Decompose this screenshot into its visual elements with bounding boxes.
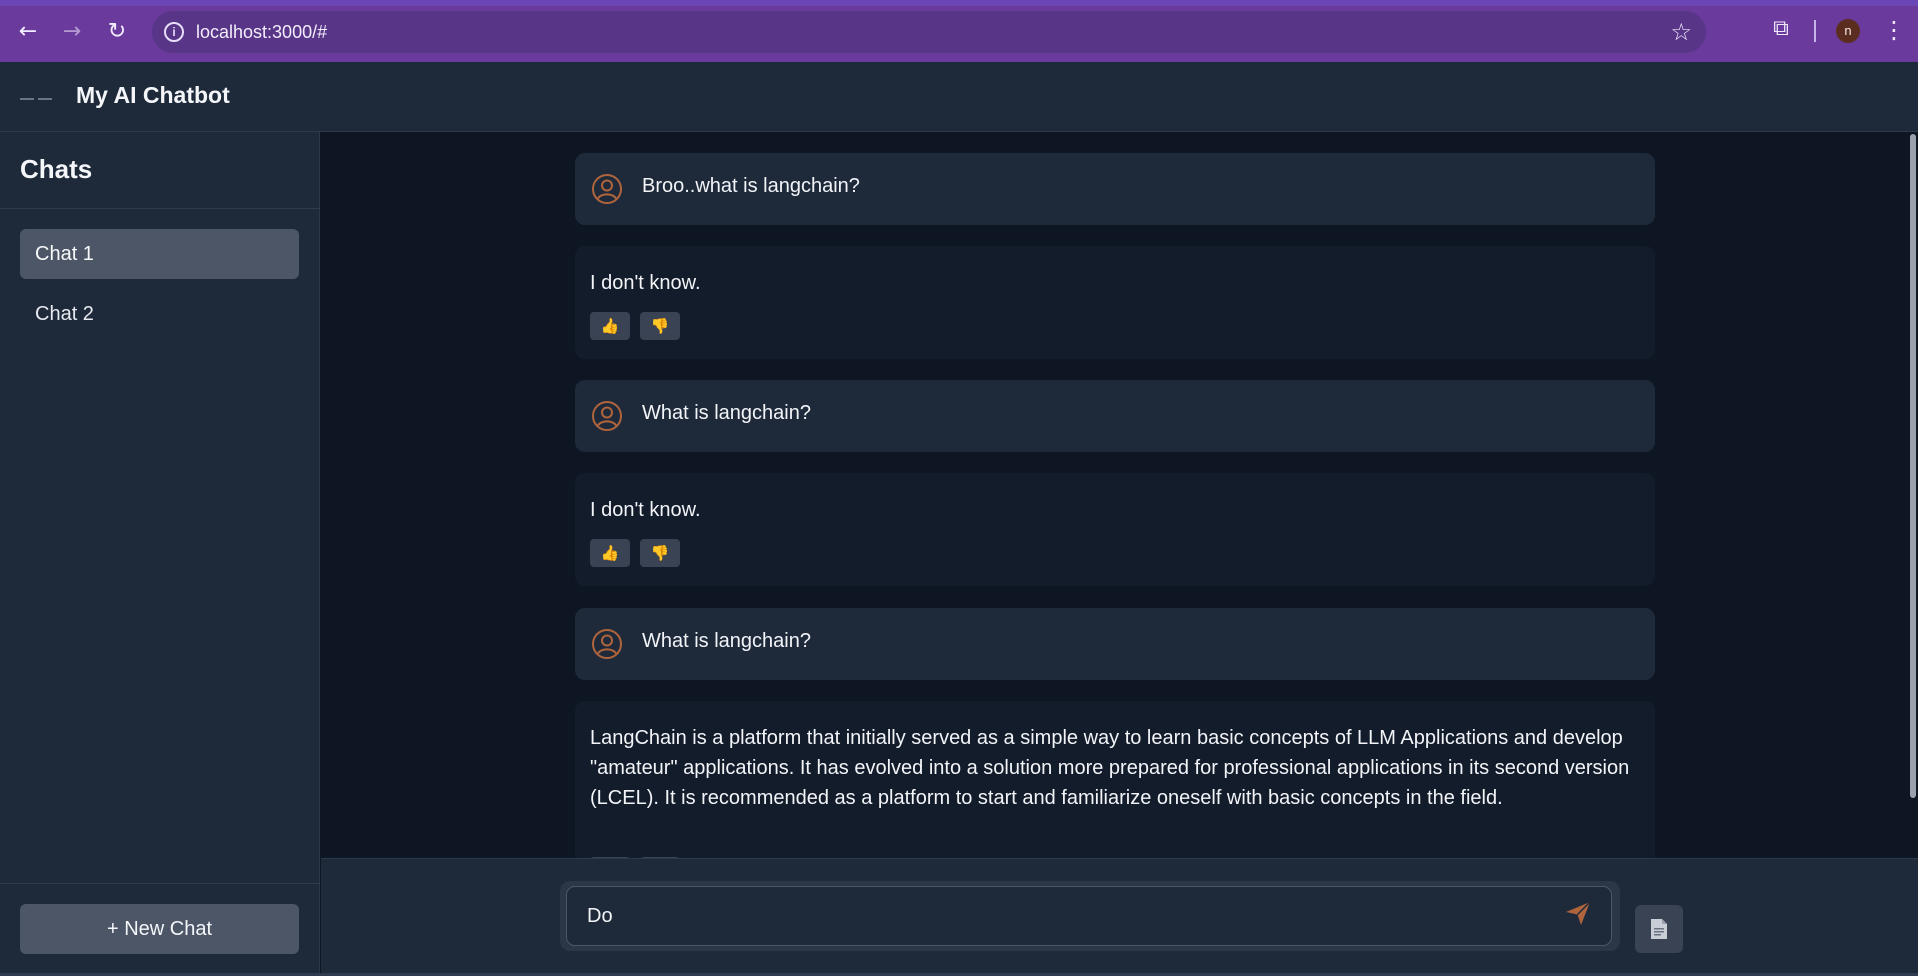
app-header: My AI Chatbot: [0, 62, 1918, 132]
forward-arrow-icon[interactable]: →: [58, 18, 86, 46]
thumbs-up-button[interactable]: 👍: [590, 312, 630, 340]
user-message-text: Broo..what is langchain?: [642, 175, 860, 197]
thumbs-down-button[interactable]: 👎: [640, 539, 680, 567]
bot-message: I don't know. 👍 👎: [575, 473, 1655, 586]
new-chat-button[interactable]: + New Chat: [20, 904, 299, 954]
reload-icon[interactable]: ↻: [103, 18, 131, 46]
browser-tab-strip: [0, 0, 1918, 6]
user-avatar-icon: [592, 174, 622, 204]
user-message: What is langchain?: [575, 380, 1655, 452]
sidebar-footer-divider: [0, 883, 320, 884]
chat-scrollbar[interactable]: [1908, 132, 1918, 858]
extensions-icon[interactable]: ⧉: [1766, 16, 1796, 46]
url-text[interactable]: localhost:3000/#: [196, 22, 327, 43]
bot-message-text: I don't know.: [590, 499, 701, 521]
user-avatar-icon: [592, 629, 622, 659]
bot-message-text: I don't know.: [590, 272, 701, 294]
sidebar-item-chat-2[interactable]: Chat 2: [20, 289, 299, 339]
composer-area: Do: [321, 858, 1918, 976]
message-input[interactable]: Do: [566, 886, 1612, 946]
user-message-text: What is langchain?: [642, 402, 811, 424]
app-title: My AI Chatbot: [76, 82, 230, 108]
logo-icon: [20, 90, 58, 102]
user-message: What is langchain?: [575, 608, 1655, 680]
composer-wrapper: Do: [560, 881, 1620, 951]
bookmark-star-icon[interactable]: ☆: [1670, 18, 1692, 46]
chat-sidebar: Chats Chat 1 Chat 2 + New Chat: [0, 132, 320, 976]
sidebar-item-chat-1[interactable]: Chat 1: [20, 229, 299, 279]
toolbar-divider: [1814, 20, 1816, 42]
send-icon[interactable]: [1564, 899, 1592, 927]
bot-message: LangChain is a platform that initially s…: [575, 701, 1655, 858]
chat-messages: Broo..what is langchain? I don't know. 👍…: [321, 132, 1918, 858]
bot-message-text: LangChain is a platform that initially s…: [590, 727, 1630, 809]
back-arrow-icon[interactable]: ←: [14, 18, 42, 46]
browser-toolbar: ← → ↻ i localhost:3000/# ☆ ⧉ n ⋮: [0, 0, 1918, 62]
scrollbar-thumb[interactable]: [1910, 134, 1916, 798]
user-message-text: What is langchain?: [642, 630, 811, 652]
address-bar[interactable]: i localhost:3000/# ☆: [152, 11, 1706, 53]
user-avatar-icon: [592, 401, 622, 431]
site-info-icon[interactable]: i: [164, 22, 184, 42]
thumbs-up-button[interactable]: 👍: [590, 539, 630, 567]
profile-avatar[interactable]: n: [1836, 19, 1860, 43]
document-icon: [1651, 919, 1667, 939]
user-message: Broo..what is langchain?: [575, 153, 1655, 225]
sidebar-title: Chats: [20, 154, 93, 184]
attach-document-button[interactable]: [1635, 905, 1683, 953]
thumbs-down-button[interactable]: 👎: [640, 312, 680, 340]
sidebar-divider: [0, 208, 320, 209]
browser-menu-icon[interactable]: ⋮: [1880, 16, 1908, 46]
bot-message: I don't know. 👍 👎: [575, 246, 1655, 359]
